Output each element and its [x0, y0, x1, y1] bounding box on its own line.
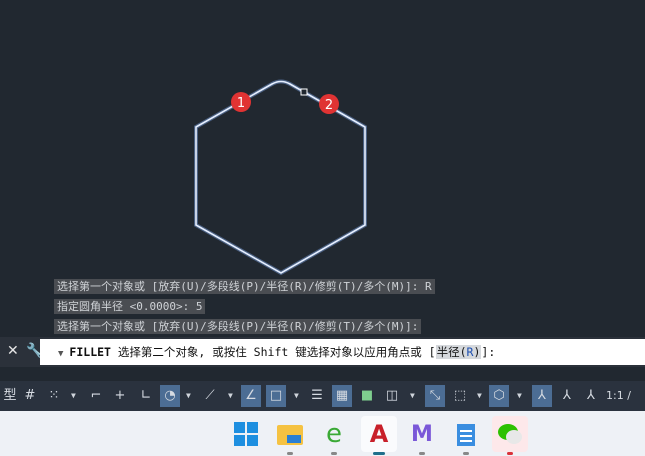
lineweight-icon[interactable]: ☰ [307, 385, 327, 407]
svg-text:1: 1 [237, 96, 245, 111]
windows-icon [234, 422, 258, 446]
option-radius[interactable]: 半径(R) [435, 345, 482, 359]
ie-browser-icon: e [326, 419, 342, 449]
history-line: 选择第一个对象或 [放弃(U)/多段线(P)/半径(R)/修剪(T)/多个(M)… [54, 279, 435, 294]
autocad-icon: A [369, 420, 389, 448]
polar-tracking-icon[interactable]: ◔ [160, 385, 180, 407]
chevron-down-icon[interactable]: ▼ [228, 385, 233, 407]
recent-commands-dropdown-icon[interactable]: ▼ [58, 349, 63, 359]
windows-taskbar: e A M [0, 411, 645, 456]
snap-icon[interactable]: ⁙ [44, 385, 64, 407]
chevron-down-icon[interactable]: ▼ [186, 385, 191, 407]
selection-filter-icon[interactable]: ⬚ [450, 385, 470, 407]
grid-icon[interactable]: # [20, 385, 40, 407]
chevron-down-icon[interactable]: ▼ [294, 385, 299, 407]
command-line: ✕ 🔧 ▼ FILLET 选择第二个对象, 或按住 Shift 键选择对象以应用角… [0, 337, 645, 367]
dynamic-input-icon[interactable]: + [110, 385, 130, 407]
chevron-down-icon[interactable]: ▼ [477, 385, 482, 407]
command-prompt: 选择第二个对象, 或按住 Shift 键选择对象以应用角点或 [ [117, 345, 436, 359]
wechat-icon [498, 424, 522, 444]
prompt-suffix: ]: [481, 345, 496, 359]
ortho-icon[interactable]: ∟ [136, 385, 156, 407]
notepad-button[interactable] [448, 416, 484, 455]
wechat-button[interactable] [492, 416, 528, 455]
file-explorer-button[interactable] [272, 416, 308, 455]
gizmo-icon[interactable]: ⬡ [489, 385, 509, 407]
notepad-icon [457, 424, 475, 446]
chevron-down-icon[interactable]: ▼ [517, 385, 522, 407]
start-button[interactable] [228, 416, 264, 452]
status-bar: 型 # ⁙ ▼ ⌐ + ∟ ◔ ▼ ⟋ ▼ ∠ □ ▼ ☰ ▦ ■ ◫ ▼ ⤡ … [0, 381, 645, 424]
transparency-icon[interactable]: ▦ [332, 385, 352, 407]
selection-cycling-icon[interactable]: ■ [357, 385, 377, 407]
object-snap-icon[interactable]: □ [266, 385, 286, 407]
annotation-scale-value[interactable]: 1:1 / 100% [606, 385, 645, 424]
auto-scale-icon[interactable]: ⅄ [557, 385, 577, 407]
history-line: 选择第一个对象或 [放弃(U)/多段线(P)/半径(R)/修剪(T)/多个(M)… [54, 319, 422, 334]
history-line: 指定圆角半径 <0.0000>: 5 [54, 299, 206, 314]
browser-button[interactable]: e [316, 416, 352, 455]
infer-constraints-icon[interactable]: ⌐ [86, 385, 106, 407]
command-name: FILLET [69, 345, 111, 359]
model-tab[interactable]: 型 [0, 385, 20, 407]
app-button[interactable]: M [404, 416, 440, 455]
autocad-button[interactable]: A [361, 416, 397, 455]
annotation-scale-icon[interactable]: ⅄ [581, 385, 601, 407]
command-input[interactable]: ▼ FILLET 选择第二个对象, 或按住 Shift 键选择对象以应用角点或 [… [40, 339, 645, 365]
isodraft-icon[interactable]: ⟋ [200, 385, 220, 407]
annotation-visibility-icon[interactable]: ⅄ [532, 385, 552, 407]
folder-icon [277, 425, 303, 445]
dynamic-ucs-icon[interactable]: ⤡ [425, 385, 445, 407]
midpoint-grip[interactable] [300, 88, 308, 96]
photos-icon: M [411, 421, 433, 447]
object-snap-tracking-icon[interactable]: ∠ [241, 385, 261, 407]
marker-1: 1 [231, 92, 251, 112]
marker-2: 2 [319, 94, 339, 114]
chevron-down-icon[interactable]: ▼ [71, 385, 76, 407]
close-icon[interactable]: ✕ [7, 343, 19, 359]
chevron-down-icon[interactable]: ▼ [410, 385, 415, 407]
3d-osnap-icon[interactable]: ◫ [382, 385, 402, 407]
svg-text:2: 2 [325, 98, 333, 113]
hexagon-polyline[interactable] [194, 79, 367, 276]
